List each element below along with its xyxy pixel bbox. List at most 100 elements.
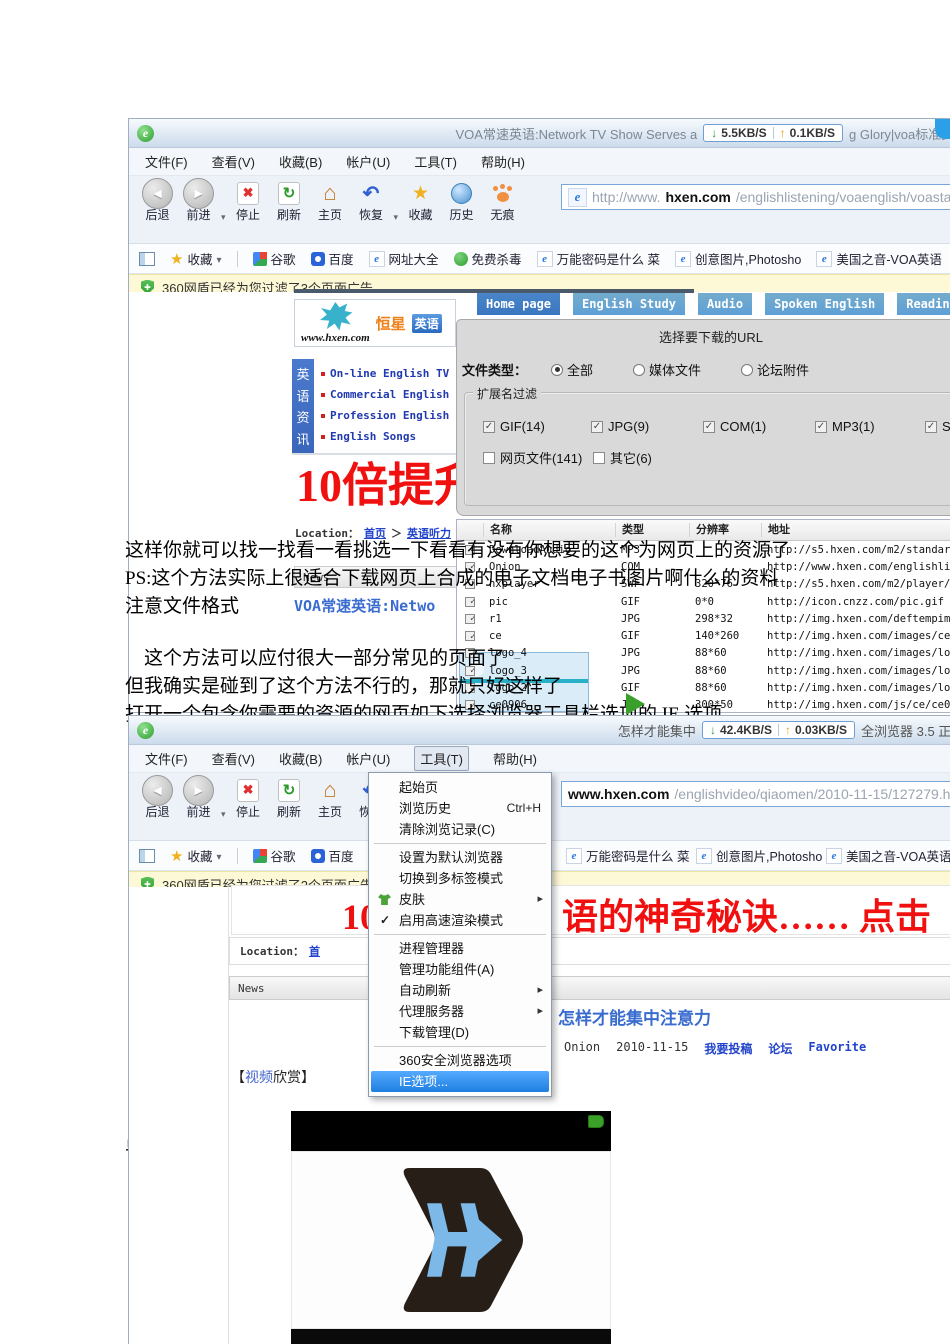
checkbox-other[interactable]: 其它(6) bbox=[593, 448, 652, 467]
upload-speed: 0.03KB/S bbox=[794, 723, 847, 737]
checkbox-gif[interactable]: GIF(14) bbox=[483, 419, 545, 434]
menu-item-start-page[interactable]: 起始页 bbox=[369, 777, 551, 798]
radio-all[interactable]: 全部 bbox=[551, 360, 593, 379]
promo-banner-text[interactable]: 10倍提升 bbox=[296, 456, 456, 518]
menu-item-process-manager[interactable]: 进程管理器 bbox=[369, 938, 551, 959]
forum-link[interactable]: 论坛 bbox=[768, 1040, 792, 1057]
play-triangle-icon[interactable] bbox=[626, 693, 645, 715]
sidebar-link[interactable]: Profession English bbox=[321, 405, 457, 426]
history-dropdown-caret[interactable]: ▾ bbox=[221, 809, 226, 820]
bookmark-voa[interactable]: 美国之音-VOA英语 bbox=[826, 846, 950, 865]
tab-audio[interactable]: Audio bbox=[697, 293, 753, 315]
menu-file[interactable]: 文件(F) bbox=[145, 152, 188, 171]
menu-item-fast-render[interactable]: 启用高速渲染模式 bbox=[369, 910, 551, 931]
history-button[interactable]: 历史 bbox=[443, 181, 480, 223]
menu-view[interactable]: 查看(V) bbox=[212, 152, 255, 171]
sidebar-panel-icon[interactable] bbox=[139, 251, 155, 266]
promo-banner[interactable]: 10倍 语的神奇秘诀…… 点击 bbox=[231, 885, 950, 935]
checkbox-jpg[interactable]: JPG(9) bbox=[591, 419, 649, 434]
menu-item-download-manager[interactable]: 下载管理(D) bbox=[369, 1022, 551, 1043]
breadcrumb-home-link[interactable]: 首 bbox=[309, 943, 320, 959]
menu-item-auto-refresh[interactable]: 自动刷新 bbox=[369, 980, 551, 1001]
article-title[interactable]: 怎样才能集中注意力 bbox=[558, 1004, 711, 1029]
menu-item-ie-options[interactable]: IE选项... bbox=[371, 1071, 549, 1092]
menu-item-proxy-server[interactable]: 代理服务器 bbox=[369, 1001, 551, 1022]
video-link[interactable]: 视频 bbox=[245, 1071, 273, 1086]
google-icon bbox=[252, 848, 267, 863]
sidebar-panel-icon[interactable] bbox=[139, 848, 155, 863]
bookmark-photoshop[interactable]: 创意图片,Photosho bbox=[675, 249, 801, 268]
table-row[interactable]: ceGIF140*260http://img.hxen.com/images/c… bbox=[457, 627, 950, 644]
restore-button[interactable]: 恢复 bbox=[353, 181, 390, 223]
browser1-titlebar[interactable]: e VOA常速英语:Network TV Show Serves a 5.5KB… bbox=[129, 119, 950, 148]
menu-item-multitab-mode[interactable]: 切换到多标签模式 bbox=[369, 868, 551, 889]
menu-item-360-options[interactable]: 360安全浏览器选项 bbox=[369, 1050, 551, 1071]
sidebar-link[interactable]: On-line English TV bbox=[321, 363, 457, 384]
bookmark-google[interactable]: 谷歌 bbox=[252, 846, 296, 865]
submit-link[interactable]: 我要投稿 bbox=[704, 1040, 752, 1057]
checkbox-webfiles[interactable]: 网页文件(141) bbox=[483, 448, 582, 467]
forward-button[interactable]: 前进 bbox=[180, 774, 217, 820]
menu-favorites[interactable]: 收藏(B) bbox=[279, 152, 322, 171]
sidebar-link[interactable]: Commercial English bbox=[321, 384, 457, 405]
menu-help[interactable]: 帮助(H) bbox=[493, 749, 537, 768]
bookmark-favorites[interactable]: 收藏 bbox=[170, 249, 222, 268]
home-button[interactable]: 主页 bbox=[312, 181, 349, 223]
menu-favorites[interactable]: 收藏(B) bbox=[279, 749, 322, 768]
tab-spoken-english[interactable]: Spoken English bbox=[765, 293, 885, 315]
history-dropdown-caret[interactable]: ▾ bbox=[221, 212, 226, 223]
menu-item-clear-history[interactable]: 清除浏览记录(C) bbox=[369, 819, 551, 840]
bookmark-photoshop[interactable]: 创意图片,Photosho bbox=[696, 846, 822, 865]
row-checkbox[interactable] bbox=[465, 631, 475, 642]
radio-media[interactable]: 媒体文件 bbox=[633, 360, 701, 379]
menu-account[interactable]: 帐户(U) bbox=[346, 152, 390, 171]
bookmark-sites[interactable]: 网址大全 bbox=[368, 249, 439, 268]
menu-file[interactable]: 文件(F) bbox=[145, 749, 188, 768]
browser2-titlebar[interactable]: e 怎样才能集中 42.4KB/S 0.03KB/S 全浏览器 3.5 正式 bbox=[129, 716, 950, 745]
article-author: Onion bbox=[564, 1040, 601, 1054]
menu-item-history[interactable]: 浏览历史 Ctrl+H bbox=[369, 798, 551, 819]
checkbox-com[interactable]: COM(1) bbox=[703, 419, 766, 434]
menu-tools-active[interactable]: 工具(T) bbox=[414, 746, 469, 771]
address-bar[interactable]: http://www.hxen.com/englishlistening/voa… bbox=[561, 184, 950, 210]
checkbox-swf[interactable]: SW bbox=[925, 419, 950, 434]
radio-forum[interactable]: 论坛附件 bbox=[741, 360, 809, 379]
menu-item-default-browser[interactable]: 设置为默认浏览器 bbox=[369, 847, 551, 868]
bookmark-favorites[interactable]: 收藏 bbox=[170, 846, 222, 865]
checkbox-mp3[interactable]: MP3(1) bbox=[815, 419, 875, 434]
menu-view[interactable]: 查看(V) bbox=[212, 749, 255, 768]
incognito-button[interactable]: 无痕 bbox=[484, 181, 521, 223]
forward-button[interactable]: 前进 bbox=[180, 177, 217, 223]
ie-favicon bbox=[675, 250, 692, 267]
menu-item-skin[interactable]: 皮肤 bbox=[369, 889, 551, 910]
favorites-button[interactable]: 收藏 bbox=[402, 181, 439, 223]
bookmark-baidu[interactable]: 百度 bbox=[310, 846, 354, 865]
hxen-logo[interactable]: www.hxen.com 恒星 英语 bbox=[294, 299, 456, 347]
favorite-link[interactable]: Favorite bbox=[808, 1040, 866, 1057]
restore-dropdown-caret[interactable]: ▾ bbox=[394, 212, 399, 223]
bookmark-google[interactable]: 谷歌 bbox=[252, 249, 296, 268]
menu-tools[interactable]: 工具(T) bbox=[414, 152, 457, 171]
tab-home-page[interactable]: Home page bbox=[477, 293, 561, 315]
home-button[interactable]: 主页 bbox=[312, 778, 349, 820]
bookmark-password[interactable]: 万能密码是什么 菜 bbox=[566, 846, 689, 865]
back-button[interactable]: 后退 bbox=[139, 774, 176, 820]
bookmark-password[interactable]: 万能密码是什么 菜 bbox=[536, 249, 660, 268]
sidebar-link[interactable]: English Songs bbox=[321, 426, 457, 447]
video-player[interactable] bbox=[291, 1111, 611, 1344]
stop-button[interactable]: 停止 bbox=[230, 181, 267, 223]
menu-item-manage-components[interactable]: 管理功能组件(A) bbox=[369, 959, 551, 980]
refresh-button[interactable]: 刷新 bbox=[271, 181, 308, 223]
video-corner-icon[interactable] bbox=[588, 1115, 604, 1128]
bookmark-baidu[interactable]: 百度 bbox=[310, 249, 354, 268]
bookmark-voa[interactable]: 美国之音-VOA英语 bbox=[816, 249, 942, 268]
tab-reading[interactable]: Reading bbox=[897, 293, 950, 315]
menu-account[interactable]: 帐户(U) bbox=[346, 749, 390, 768]
menu-help[interactable]: 帮助(H) bbox=[481, 152, 525, 171]
tab-english-study[interactable]: English Study bbox=[573, 293, 685, 315]
address-bar[interactable]: www.hxen.com/englishvideo/qiaomen/2010-1… bbox=[561, 781, 950, 807]
back-button[interactable]: 后退 bbox=[139, 177, 176, 223]
refresh-button[interactable]: 刷新 bbox=[271, 778, 308, 820]
stop-button[interactable]: 停止 bbox=[230, 778, 267, 820]
bookmark-antivirus[interactable]: 免费杀毒 bbox=[453, 249, 522, 268]
